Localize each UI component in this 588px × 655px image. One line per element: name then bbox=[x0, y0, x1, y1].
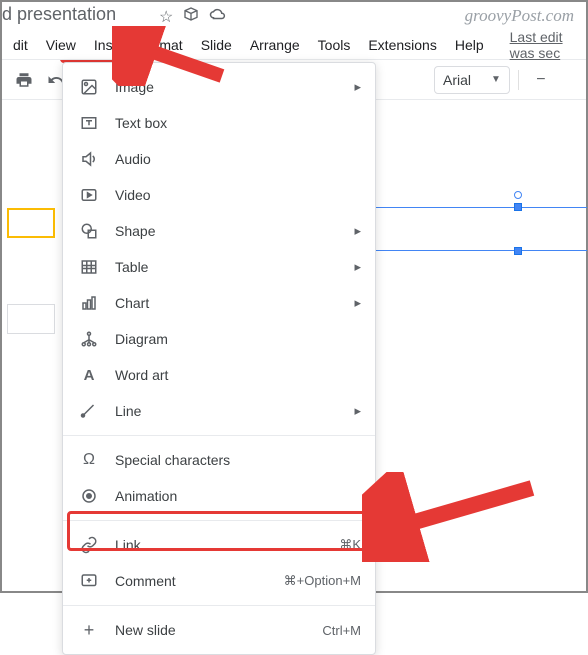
rotate-handle[interactable] bbox=[514, 191, 522, 199]
menu-item-label: Audio bbox=[115, 151, 361, 167]
menu-item-label: Table bbox=[115, 259, 354, 275]
menu-view[interactable]: View bbox=[37, 33, 85, 57]
menu-item-label: Link bbox=[115, 537, 339, 553]
menu-item-label: Image bbox=[115, 79, 354, 95]
menu-separator bbox=[63, 520, 375, 521]
textbox-icon bbox=[79, 113, 99, 133]
thumbnail-strip bbox=[4, 102, 59, 589]
menu-item-video[interactable]: Video bbox=[63, 177, 375, 213]
cloud-icon[interactable] bbox=[209, 7, 227, 26]
font-selector[interactable]: Arial ▼ bbox=[434, 66, 510, 94]
menu-extensions[interactable]: Extensions bbox=[359, 33, 445, 57]
menu-item-table[interactable]: Table▸ bbox=[63, 249, 375, 285]
doc-title[interactable]: d presentation bbox=[2, 4, 116, 25]
submenu-arrow-icon: ▸ bbox=[354, 295, 361, 311]
diagram-icon bbox=[79, 329, 99, 349]
slide-thumbnail[interactable] bbox=[7, 208, 55, 238]
animation-icon bbox=[79, 486, 99, 506]
menu-insert[interactable]: Insert bbox=[85, 33, 138, 57]
menu-slide[interactable]: Slide bbox=[192, 33, 241, 57]
last-edit-link[interactable]: Last edit was sec bbox=[501, 25, 586, 65]
submenu-arrow-icon: ▸ bbox=[354, 259, 361, 275]
submenu-arrow-icon: ▸ bbox=[354, 403, 361, 419]
insert-dropdown: Image▸Text boxAudioVideoShape▸Table▸Char… bbox=[62, 62, 376, 655]
menu-item-label: Chart bbox=[115, 295, 354, 311]
menu-item-special-characters[interactable]: Ω Special characters bbox=[63, 442, 375, 478]
menu-item-animation[interactable]: Animation bbox=[63, 478, 375, 514]
menu-item-chart[interactable]: Chart▸ bbox=[63, 285, 375, 321]
menu-item-image[interactable]: Image▸ bbox=[63, 69, 375, 105]
menu-item-label: Video bbox=[115, 187, 361, 203]
menu-item-new-slide[interactable]: + New slideCtrl+M bbox=[63, 612, 375, 648]
chart-icon bbox=[79, 293, 99, 313]
menu-help[interactable]: Help bbox=[446, 33, 493, 57]
new-slide-icon: + bbox=[79, 620, 99, 640]
menu-item-label: Animation bbox=[115, 488, 361, 504]
menu-arrange[interactable]: Arrange bbox=[241, 33, 309, 57]
menu-item-label: New slide bbox=[115, 622, 322, 638]
slide-canvas[interactable]: ox bbox=[377, 102, 584, 589]
link-icon bbox=[79, 535, 99, 555]
menu-shortcut: ⌘K bbox=[339, 537, 361, 553]
selection-edge bbox=[357, 207, 587, 208]
font-name: Arial bbox=[443, 72, 471, 88]
slide-thumbnail[interactable] bbox=[7, 304, 55, 334]
wordart-icon: A bbox=[79, 365, 99, 385]
chevron-down-icon: ▼ bbox=[491, 74, 501, 85]
selected-textbox[interactable]: ox bbox=[357, 207, 587, 251]
menu-item-text-box[interactable]: Text box bbox=[63, 105, 375, 141]
menu-shortcut: Ctrl+M bbox=[322, 623, 361, 638]
submenu-arrow-icon: ▸ bbox=[354, 223, 361, 239]
menu-item-audio[interactable]: Audio bbox=[63, 141, 375, 177]
menu-item-diagram[interactable]: Diagram bbox=[63, 321, 375, 357]
menu-item-word-art[interactable]: A Word art bbox=[63, 357, 375, 393]
decrease-icon[interactable]: − bbox=[527, 66, 555, 94]
line-icon bbox=[79, 401, 99, 421]
video-icon bbox=[79, 185, 99, 205]
menu-item-shape[interactable]: Shape▸ bbox=[63, 213, 375, 249]
move-icon[interactable] bbox=[183, 6, 199, 27]
watermark: groovyPost.com bbox=[465, 6, 574, 26]
menu-item-comment[interactable]: Comment⌘+Option+M bbox=[63, 563, 375, 599]
menu-separator bbox=[63, 605, 375, 606]
special-chars-icon: Ω bbox=[79, 450, 99, 470]
menu-item-label: Diagram bbox=[115, 331, 361, 347]
menu-shortcut: ⌘+Option+M bbox=[284, 573, 361, 589]
menu-tools[interactable]: Tools bbox=[309, 33, 360, 57]
menu-format[interactable]: ormat bbox=[138, 33, 192, 57]
menu-item-line[interactable]: Line▸ bbox=[63, 393, 375, 429]
menu-item-link[interactable]: Link⌘K bbox=[63, 527, 375, 563]
menu-item-label: Shape bbox=[115, 223, 354, 239]
separator bbox=[518, 70, 519, 90]
print-icon[interactable] bbox=[10, 66, 38, 94]
menu-item-label: Text box bbox=[115, 115, 361, 131]
audio-icon bbox=[79, 149, 99, 169]
title-icons: ☆ bbox=[159, 6, 227, 27]
resize-handle[interactable] bbox=[514, 203, 522, 211]
menubar: dit View Insert ormat Slide Arrange Tool… bbox=[2, 30, 586, 60]
title-row: d presentation ☆ groovyPost.com bbox=[2, 2, 586, 30]
selection-edge bbox=[357, 250, 587, 251]
menu-separator bbox=[63, 435, 375, 436]
menu-item-label: Special characters bbox=[115, 452, 361, 468]
menu-item-label: Comment bbox=[115, 573, 284, 589]
resize-handle[interactable] bbox=[514, 247, 522, 255]
menu-item-label: Word art bbox=[115, 367, 361, 383]
menu-item-label: Line bbox=[115, 403, 354, 419]
comment-icon bbox=[79, 571, 99, 591]
menu-edit[interactable]: dit bbox=[4, 33, 37, 57]
submenu-arrow-icon: ▸ bbox=[354, 79, 361, 95]
table-icon bbox=[79, 257, 99, 277]
image-icon bbox=[79, 77, 99, 97]
star-icon[interactable]: ☆ bbox=[159, 7, 173, 27]
shape-icon bbox=[79, 221, 99, 241]
